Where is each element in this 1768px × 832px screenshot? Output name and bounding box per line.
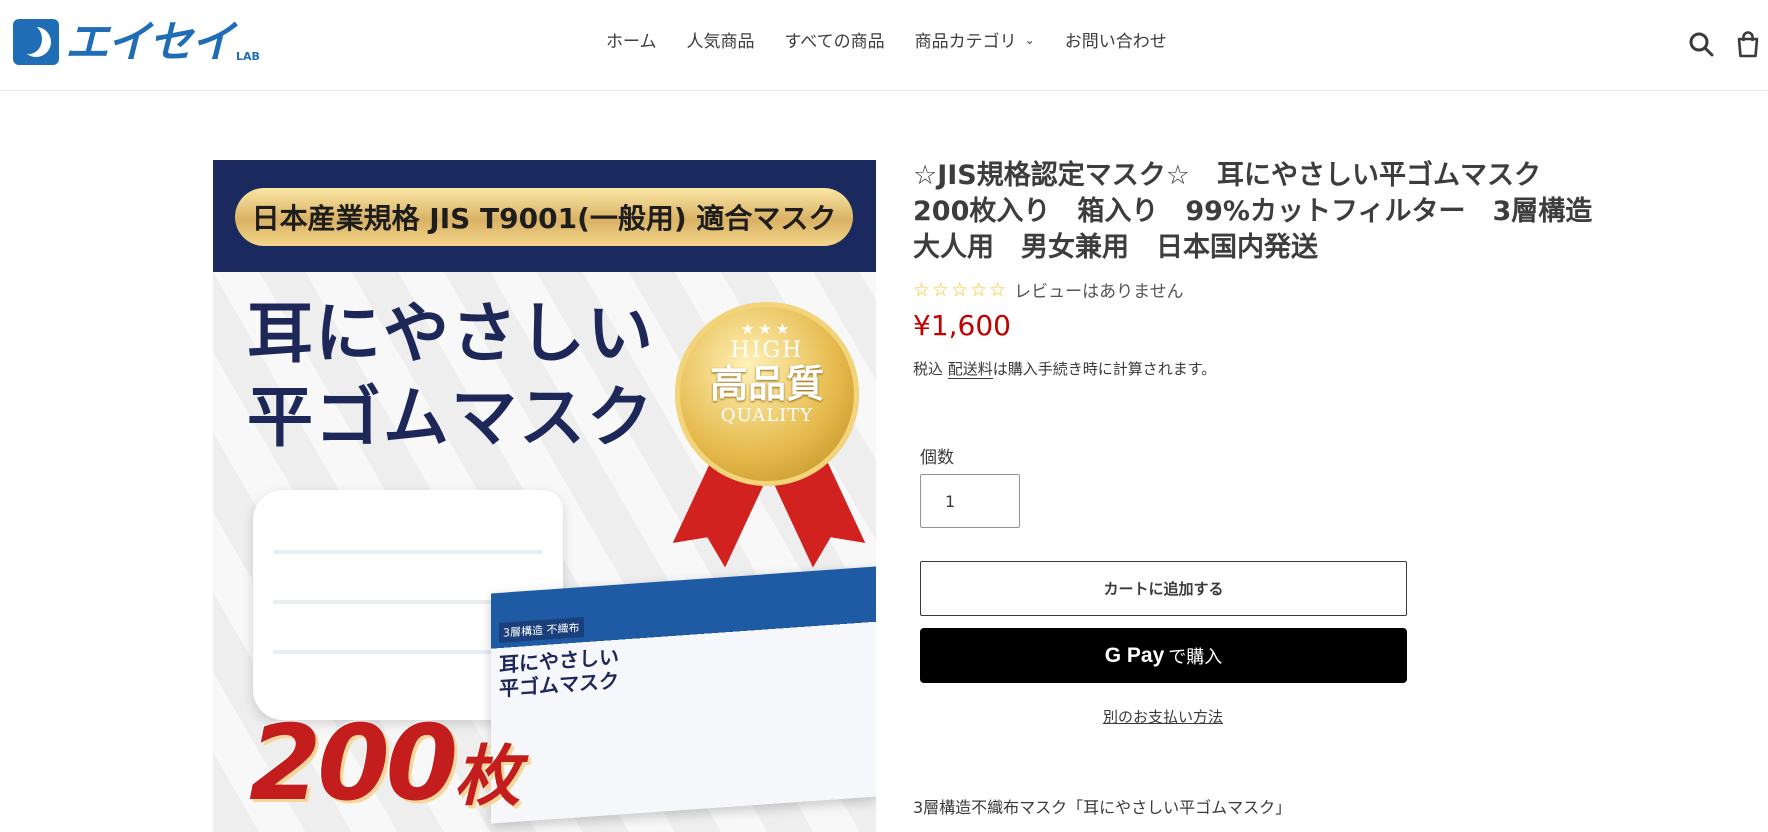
quantity-label: 個数 (920, 448, 954, 468)
medal-main: 高品質 (709, 361, 824, 406)
shipping-link[interactable]: 配送料 (947, 360, 993, 379)
google-pay-button[interactable]: G Pay で購入 (920, 628, 1407, 683)
google-pay-logo-icon: G Pay (1104, 643, 1165, 667)
site-logo[interactable]: エイセイ LAB (13, 19, 260, 65)
search-icon[interactable] (1687, 30, 1715, 58)
tax-suffix: は購入手続き時に計算されます。 (992, 360, 1217, 378)
site-header: エイセイ LAB ホーム 人気商品 すべての商品 商品カテゴリ ⌄ お問い合わせ (0, 0, 1768, 91)
product-price: ¥1,600 (913, 309, 1011, 342)
nav-contact[interactable]: お問い合わせ (1065, 27, 1167, 52)
medal-top: HIGH (730, 338, 804, 363)
image-count-unit: 枚 (454, 738, 520, 815)
image-count-number: 200 (249, 702, 458, 824)
review-text: レビューはありません (1014, 282, 1184, 302)
image-headline-line1: 耳にやさしい (247, 295, 655, 372)
nav-all-products[interactable]: すべての商品 (785, 27, 885, 52)
logo-moon-icon (13, 19, 59, 65)
rating-stars-icon: ☆☆☆☆☆ (913, 278, 1009, 301)
medal-bottom: QUALITY (720, 405, 814, 426)
image-headline: 耳にやさしい 平ゴムマスク (247, 292, 655, 460)
nav-categories-label: 商品カテゴリ (914, 32, 1017, 52)
nav-home[interactable]: ホーム (606, 27, 657, 52)
chevron-down-icon: ⌄ (1024, 32, 1035, 47)
quality-medal-icon: ★★★ HIGH 高品質 QUALITY (675, 302, 859, 486)
google-pay-label: で購入 (1168, 646, 1223, 667)
review-summary: ☆☆☆☆☆ レビューはありません (913, 277, 1184, 303)
tax-prefix: 税込 (913, 360, 948, 378)
cart-icon[interactable] (1734, 30, 1762, 58)
main-nav: ホーム 人気商品 すべての商品 商品カテゴリ ⌄ お問い合わせ (606, 27, 1197, 52)
image-banner-plate: 日本産業規格 JIS T9001(一般用) 適合マスク (235, 188, 853, 246)
product-description: 3層構造不織布マスク「耳にやさしい平ゴムマスク」 (913, 798, 1292, 817)
box-tag: 3層構造 不織布 (499, 616, 584, 643)
image-headline-line2: 平ゴムマスク (247, 379, 655, 456)
image-banner: 日本産業規格 JIS T9001(一般用) 適合マスク (213, 160, 876, 272)
add-to-cart-button[interactable]: カートに追加する (920, 561, 1407, 616)
image-banner-text: 日本産業規格 JIS T9001(一般用) 適合マスク (251, 202, 837, 235)
quantity-input[interactable] (920, 474, 1020, 528)
tax-note: 税込 配送料は購入手続き時に計算されます。 (913, 358, 1216, 379)
mask-box-illustration: 3層構造 不織布 耳にやさしい 平ゴムマスク (491, 566, 876, 824)
logo-sub: LAB (236, 50, 260, 63)
box-text: 耳にやさしい 平ゴムマスク (499, 645, 619, 701)
nav-categories[interactable]: 商品カテゴリ ⌄ (915, 27, 1035, 52)
nav-popular[interactable]: 人気商品 (687, 27, 755, 52)
product-image[interactable]: 日本産業規格 JIS T9001(一般用) 適合マスク 耳にやさしい 平ゴムマス… (213, 160, 876, 832)
product-info: ☆JIS規格認定マスク☆ 耳にやさしい平ゴムマスク 200枚入り 箱入り 99%… (913, 158, 1620, 266)
logo-text: エイセイ (65, 17, 235, 68)
medal-stars: ★★★ (740, 320, 794, 338)
other-payment-link[interactable]: 別のお支払い方法 (1103, 706, 1223, 727)
image-count: 200枚 (249, 708, 520, 832)
product-title: ☆JIS規格認定マスク☆ 耳にやさしい平ゴムマスク 200枚入り 箱入り 99%… (913, 160, 1620, 263)
